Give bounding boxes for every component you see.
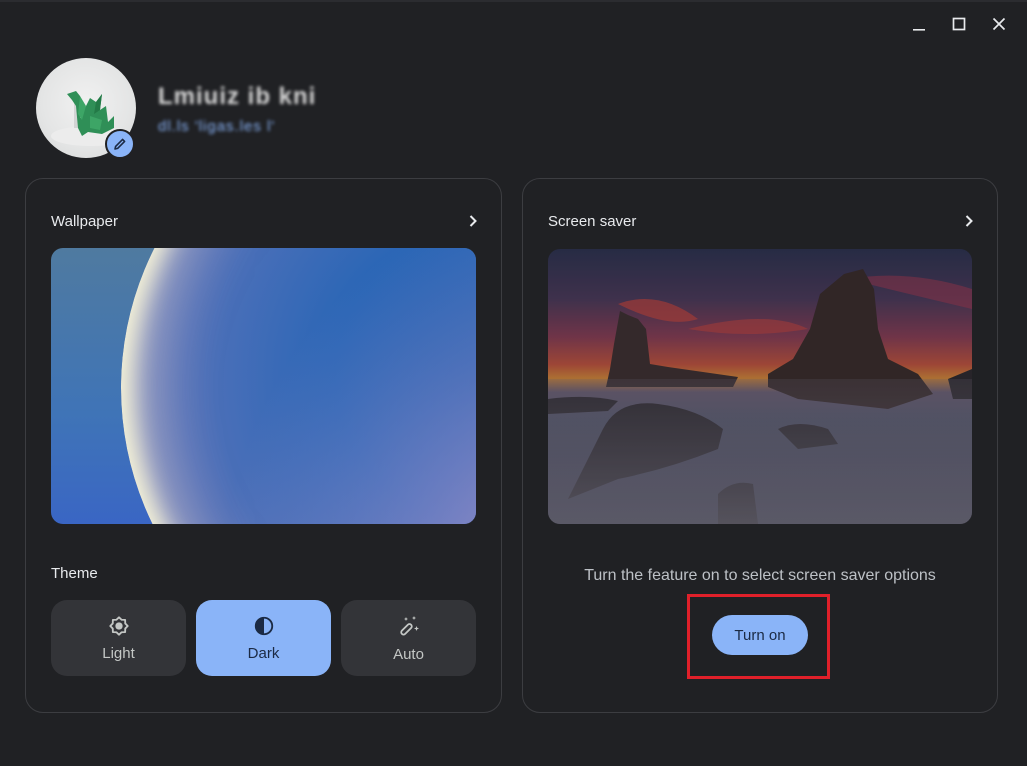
- theme-dark-label: Dark: [247, 644, 280, 662]
- theme-options: Light Dark Auto: [51, 600, 476, 676]
- screen-saver-card: Screen saver Turn the feature on to sele…: [522, 178, 998, 713]
- wallpaper-header-link[interactable]: Wallpaper: [51, 209, 481, 233]
- theme-auto-button[interactable]: Auto: [341, 600, 476, 676]
- wallpaper-title: Wallpaper: [51, 212, 118, 230]
- wallpaper-card: Wallpaper Theme Light Dark Auto: [25, 178, 502, 713]
- edit-avatar-button[interactable]: [105, 129, 135, 159]
- close-button[interactable]: [979, 12, 1019, 36]
- wallpaper-preview[interactable]: [51, 248, 476, 524]
- theme-light-button[interactable]: Light: [51, 600, 186, 676]
- turn-on-button[interactable]: Turn on: [712, 615, 808, 655]
- pencil-icon: [114, 138, 126, 150]
- screen-saver-preview[interactable]: [548, 249, 972, 524]
- chevron-right-icon: [465, 213, 481, 229]
- contrast-icon: [254, 616, 273, 635]
- screen-saver-header-link[interactable]: Screen saver: [548, 209, 977, 233]
- brightness-icon: [108, 615, 129, 636]
- user-name: Lmiuiz ib kni: [158, 83, 317, 110]
- window-top-border: [0, 0, 1027, 2]
- chevron-right-icon: [961, 213, 977, 229]
- maximize-button[interactable]: [939, 12, 979, 36]
- magic-wand-icon: [399, 615, 419, 635]
- minimize-button[interactable]: [899, 12, 939, 36]
- screen-saver-title: Screen saver: [548, 212, 637, 230]
- wallpaper-sphere-graphic: [121, 248, 476, 524]
- theme-label: Theme: [51, 565, 98, 582]
- screen-saver-preview-dim: [548, 249, 972, 524]
- minimize-icon: [913, 29, 925, 31]
- maximize-icon: [952, 17, 966, 31]
- screen-saver-message: Turn the feature on to select screen sav…: [584, 567, 936, 584]
- theme-light-label: Light: [102, 644, 135, 662]
- theme-dark-button[interactable]: Dark: [196, 600, 331, 676]
- user-email: dl.ls 'ligas.les l': [158, 118, 276, 135]
- window-controls: [899, 12, 1019, 36]
- theme-auto-label: Auto: [393, 645, 424, 663]
- close-icon: [992, 17, 1006, 31]
